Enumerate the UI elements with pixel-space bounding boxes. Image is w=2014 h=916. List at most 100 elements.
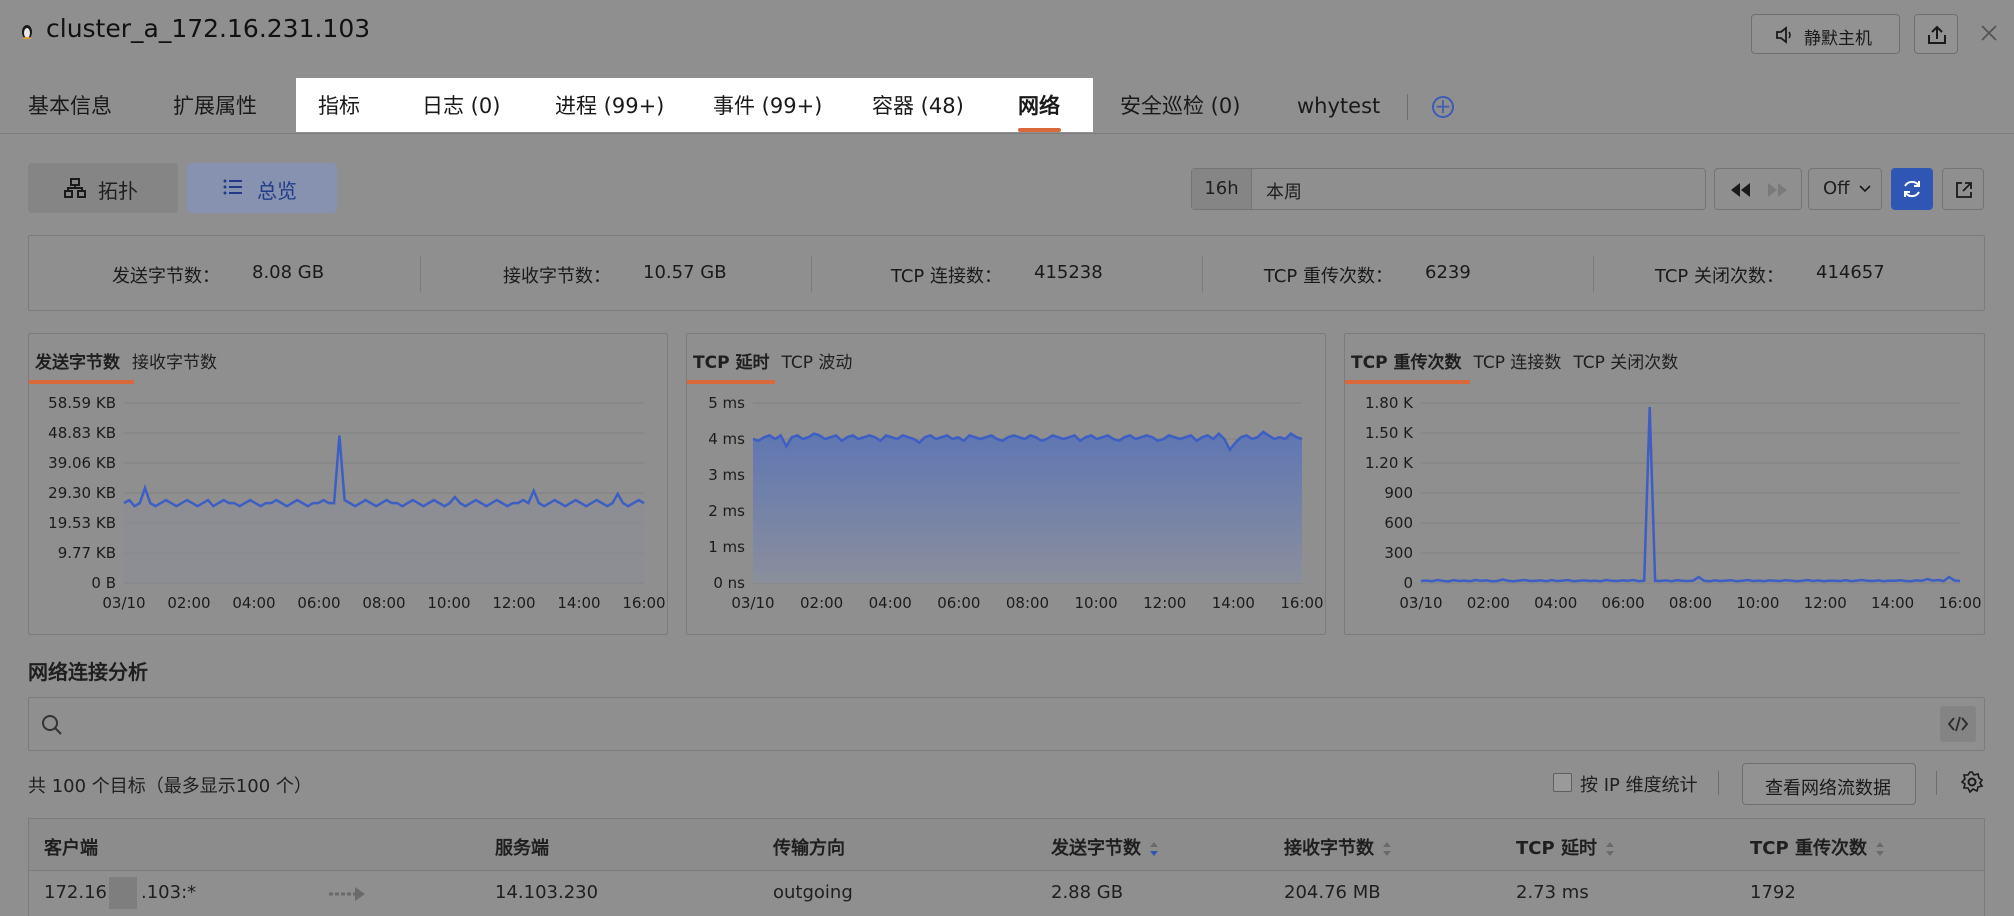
tab-security-inspection[interactable]: 安全巡检 (0) xyxy=(1120,78,1240,134)
network-stats-bar: 发送字节数： 8.08 GB 接收字节数： 10.57 GB TCP 连接数： … xyxy=(28,235,1985,311)
y-tick-label: 0 B xyxy=(91,574,116,592)
cell-server: 14.103.230 xyxy=(495,882,599,903)
gear-icon[interactable] xyxy=(1960,770,1984,794)
y-tick-label: 300 xyxy=(1384,544,1413,562)
topology-view-label: 拓扑 xyxy=(98,179,138,203)
tab-metrics[interactable]: 指标 xyxy=(318,78,360,134)
y-tick-label: 9.77 KB xyxy=(58,544,116,562)
time-preset[interactable]: 16h xyxy=(1192,169,1252,209)
y-tick-label: 29.30 KB xyxy=(48,484,116,502)
add-tab-icon[interactable]: + xyxy=(1432,96,1454,118)
fast-forward-icon[interactable] xyxy=(1765,181,1789,199)
x-tick-label: 08:00 xyxy=(1669,594,1712,612)
column-direction[interactable]: 传输方向 xyxy=(773,834,845,860)
tab-basic-info[interactable]: 基本信息 xyxy=(28,78,112,134)
mute-host-button[interactable]: 静默主机 xyxy=(1751,14,1900,54)
ip-dimension-label[interactable]: 按 IP 维度统计 xyxy=(1580,771,1698,797)
column-sent-bytes[interactable]: 发送字节数 xyxy=(1051,834,1159,860)
tab-containers[interactable]: 容器 (48) xyxy=(872,78,964,134)
tab-whytest[interactable]: whytest xyxy=(1297,78,1380,134)
x-tick-label: 03/10 xyxy=(102,594,145,612)
cell-direction: outgoing xyxy=(773,882,853,903)
close-icon[interactable] xyxy=(1978,22,2000,44)
topology-icon xyxy=(64,178,86,198)
y-tick-label: 58.59 KB xyxy=(48,394,116,412)
overview-view-button[interactable]: 总览 xyxy=(187,163,337,213)
tab-network[interactable]: 网络 xyxy=(1018,78,1060,134)
table-header: 客户端 服务端 传输方向 发送字节数 接收字节数 TCP 延时 TCP 重传次数 xyxy=(29,819,1984,871)
x-tick-label: 03/10 xyxy=(1399,594,1442,612)
network-analysis-title: 网络连接分析 xyxy=(28,660,148,684)
view-network-flow-button[interactable]: 查看网络流数据 xyxy=(1742,763,1916,805)
series-area xyxy=(124,435,644,583)
stat-tcp-retransmissions: TCP 重传次数： 6239 xyxy=(1202,236,1593,310)
column-server[interactable]: 服务端 xyxy=(495,834,549,860)
stat-label: TCP 连接数： xyxy=(890,266,1002,287)
redacted-mask xyxy=(109,877,137,909)
query-code-button[interactable] xyxy=(1940,706,1976,742)
external-link-icon xyxy=(1956,182,1972,198)
tab-divider xyxy=(1407,94,1408,120)
toolbar-divider xyxy=(1936,771,1937,795)
ip-dimension-checkbox[interactable] xyxy=(1553,773,1572,792)
y-tick-label: 600 xyxy=(1384,514,1413,532)
x-tick-label: 06:00 xyxy=(1602,594,1645,612)
column-client[interactable]: 客户端 xyxy=(44,834,98,860)
target-count-text: 共 100 个目标（最多显示100 个） xyxy=(28,776,312,797)
rewind-icon[interactable] xyxy=(1729,181,1753,199)
time-range-picker[interactable]: 16h 本周 xyxy=(1191,168,1706,210)
topology-view-button[interactable]: 拓扑 xyxy=(28,163,178,213)
refresh-button[interactable] xyxy=(1891,168,1933,210)
x-tick-label: 12:00 xyxy=(1143,594,1186,612)
search-bar xyxy=(28,697,1985,751)
x-tick-label: 10:00 xyxy=(1075,594,1118,612)
tab-extended-attributes[interactable]: 扩展属性 xyxy=(173,78,257,134)
search-icon xyxy=(42,715,62,735)
cell-tcp-retransmissions: 1792 xyxy=(1750,882,1796,903)
sort-icon xyxy=(1605,842,1614,856)
tab-logs[interactable]: 日志 (0) xyxy=(422,78,500,134)
toolbar-divider xyxy=(1718,771,1719,795)
auto-refresh-value: Off xyxy=(1823,178,1850,199)
chevron-down-icon xyxy=(1859,185,1871,193)
column-received-bytes[interactable]: 接收字节数 xyxy=(1284,834,1392,860)
sort-icon xyxy=(1383,842,1391,856)
share-icon xyxy=(1928,25,1946,44)
y-tick-label: 19.53 KB xyxy=(48,514,116,532)
series-area xyxy=(753,431,1302,583)
y-tick-label: 1.20 K xyxy=(1365,454,1414,472)
x-tick-label: 03/10 xyxy=(731,594,774,612)
stat-value: 415238 xyxy=(1034,262,1103,283)
tcp-latency-chart: 0 ns 1 ms 2 ms 3 ms 4 ms 5 ms 03/10 02:00 04:00 0… xyxy=(708,394,1323,612)
y-tick-label: 5 ms xyxy=(708,394,745,412)
y-tick-label: 0 xyxy=(1403,574,1413,592)
x-tick-label: 16:00 xyxy=(1938,594,1981,612)
tcp-latency-chart-panel: TCP 延时 TCP 波动 0 ns 1 ms 2 ms 3 ms 4 ms 5 ms 03/… xyxy=(686,333,1326,635)
tcp-retransmissions-chart: 0 300 600 900 1.20 K 1.50 K 1.80 K 03/10 02:00 04… xyxy=(1365,394,1982,612)
column-tcp-retransmissions[interactable]: TCP 重传次数 xyxy=(1750,834,1885,860)
column-tcp-latency[interactable]: TCP 延时 xyxy=(1516,834,1615,860)
y-tick-label: 48.83 KB xyxy=(48,424,116,442)
stat-sent-bytes: 发送字节数： 8.08 GB xyxy=(29,236,420,310)
arrow-right-icon xyxy=(329,887,365,901)
stat-label: TCP 关闭次数： xyxy=(1654,266,1784,287)
sent-bytes-chart: 0 B 9.77 KB 19.53 KB 29.30 KB 39.06 KB 48.83 … xyxy=(48,394,665,612)
export-button[interactable] xyxy=(1914,14,1958,54)
x-tick-label: 02:00 xyxy=(167,594,210,612)
overview-view-label: 总览 xyxy=(257,179,297,203)
auto-refresh-select[interactable]: Off xyxy=(1808,168,1882,210)
active-tab-indicator xyxy=(1018,128,1061,132)
cell-received-bytes: 204.76 MB xyxy=(1284,882,1381,903)
open-external-button[interactable] xyxy=(1942,168,1984,210)
y-tick-label: 900 xyxy=(1384,484,1413,502)
search-input[interactable] xyxy=(73,708,1933,740)
cell-client-suffix: .103:* xyxy=(141,882,197,903)
column-sent-bytes-label: 发送字节数 xyxy=(1051,838,1141,859)
tab-events[interactable]: 事件 (99+) xyxy=(713,78,822,134)
stat-value: 8.08 GB xyxy=(252,262,325,283)
tab-bar: 基本信息 扩展属性 指标 日志 (0) 进程 (99+) 事件 (99+) 容器… xyxy=(0,78,2014,134)
x-tick-label: 02:00 xyxy=(800,594,843,612)
tab-processes[interactable]: 进程 (99+) xyxy=(555,78,664,134)
x-tick-label: 12:00 xyxy=(1804,594,1847,612)
stat-value: 6239 xyxy=(1425,262,1471,283)
